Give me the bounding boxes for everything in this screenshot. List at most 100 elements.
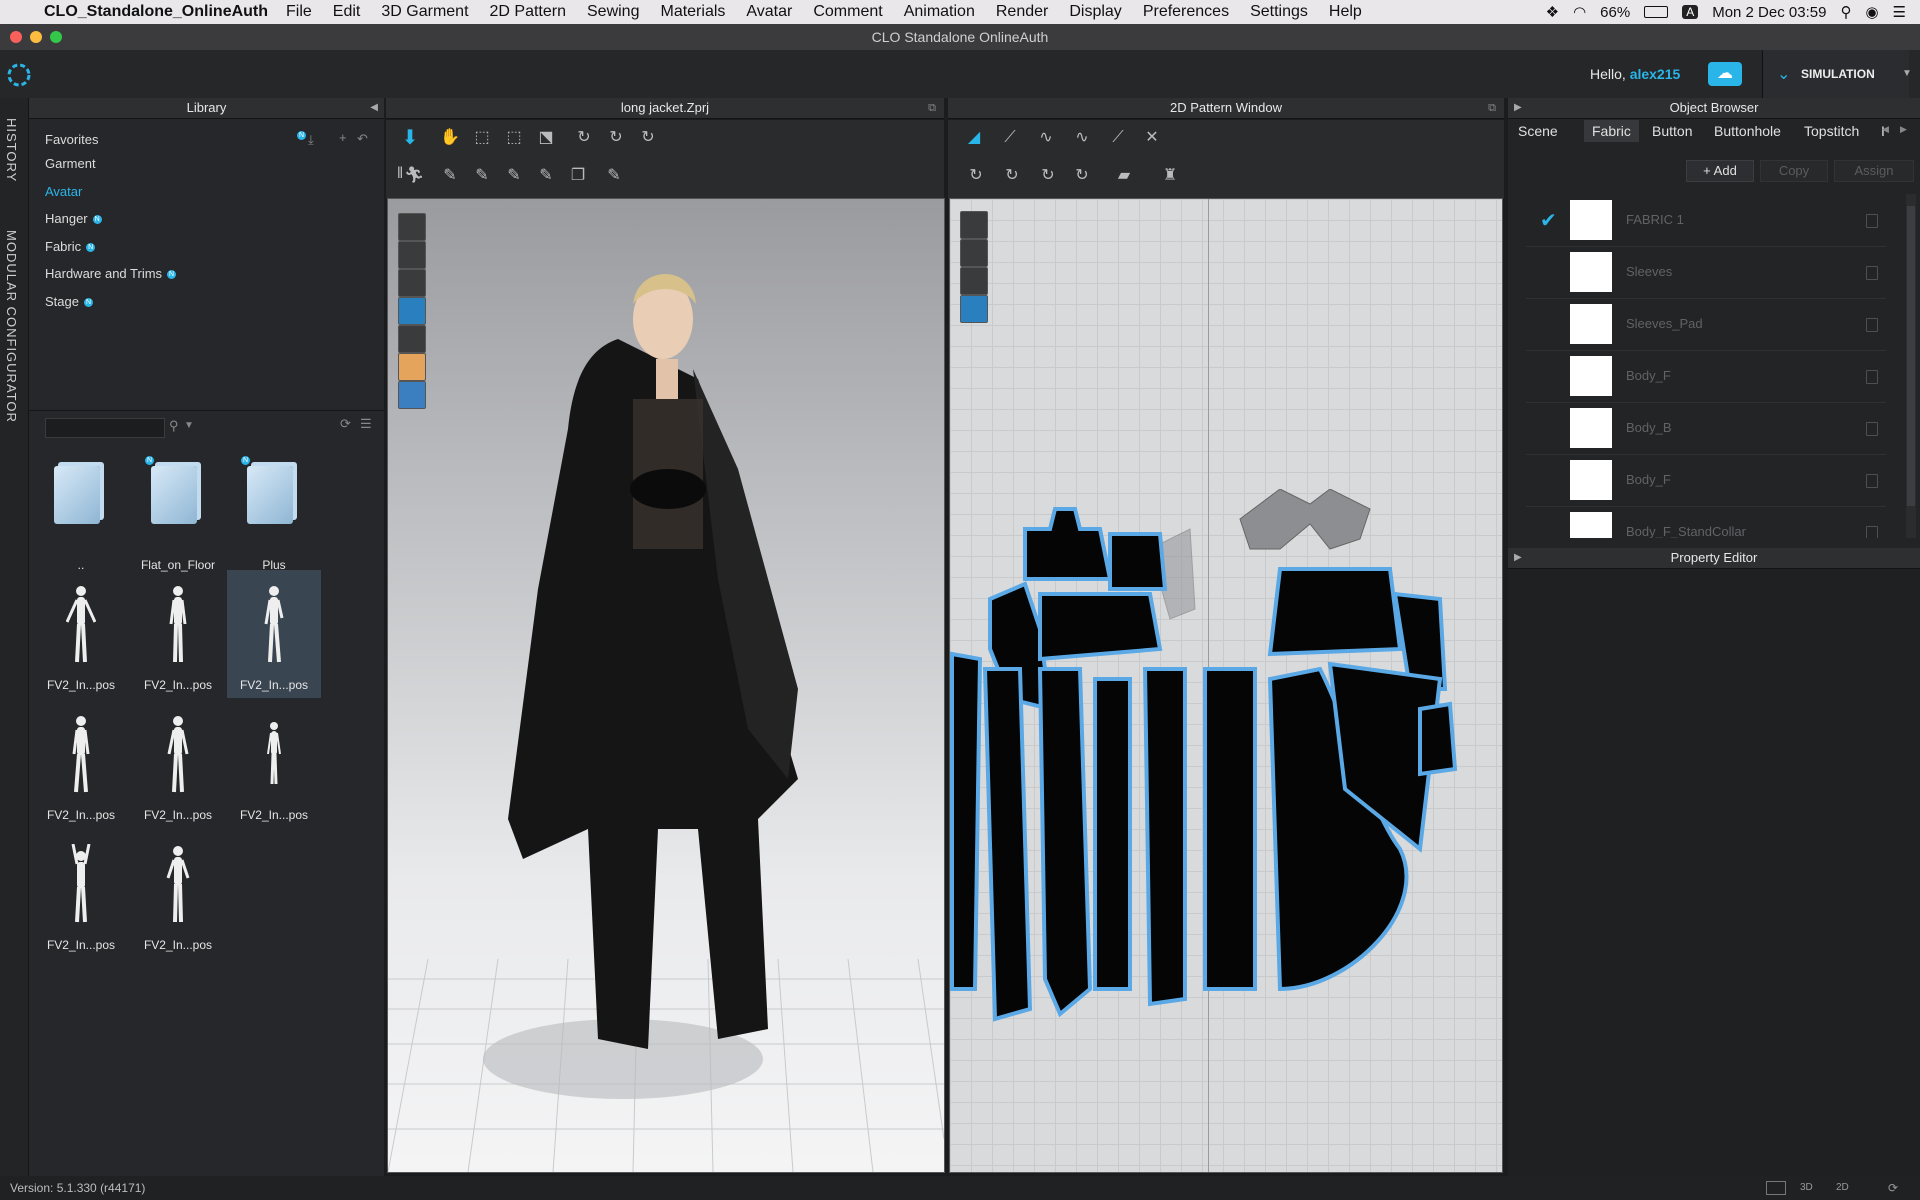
trash-icon[interactable] bbox=[1866, 422, 1878, 436]
fabric-list-item[interactable]: ✔ FABRIC 1 bbox=[1526, 194, 1886, 247]
tab-modular-configurator[interactable]: MODULAR CONFIGURATOR bbox=[4, 230, 19, 423]
iron-icon[interactable]: ▰ bbox=[1110, 162, 1138, 190]
view-3d-button[interactable]: 3D bbox=[1800, 1176, 1813, 1200]
thumbnail-avatar[interactable]: FV2_In...pos bbox=[34, 700, 128, 828]
transform-pattern-icon[interactable]: ◢ bbox=[960, 124, 988, 152]
pattern-window-2d[interactable] bbox=[949, 198, 1503, 1173]
app-menu[interactable]: CLO_Standalone_OnlineAuth bbox=[44, 3, 268, 21]
fabric-list-scrollbar[interactable] bbox=[1906, 194, 1916, 538]
close-window-button[interactable] bbox=[10, 31, 22, 43]
menu-comment[interactable]: Comment bbox=[813, 3, 882, 21]
siri-icon[interactable]: ◉ bbox=[1865, 3, 1878, 21]
tab-button[interactable]: Button bbox=[1644, 120, 1700, 142]
list-view-icon[interactable]: ☰ bbox=[360, 416, 372, 432]
username[interactable]: alex215 bbox=[1630, 66, 1681, 82]
select-move-icon[interactable]: ✋ bbox=[436, 124, 464, 152]
fabric-list-item[interactable]: Body_B bbox=[1526, 402, 1886, 455]
fold-icon[interactable]: ↻ bbox=[602, 124, 630, 152]
add-icon[interactable]: + bbox=[339, 130, 347, 145]
menu-edit[interactable]: Edit bbox=[333, 3, 361, 21]
tab-topstitch[interactable]: Topstitch bbox=[1796, 120, 1867, 142]
view-split-icon[interactable] bbox=[1766, 1181, 1786, 1195]
pen-icon[interactable]: ✎ bbox=[532, 162, 560, 190]
garment-copy-icon[interactable]: ❐ bbox=[564, 162, 592, 190]
popout-icon[interactable]: ⧉ bbox=[1488, 98, 1496, 118]
thumbnail-avatar[interactable]: FV2_In...pos bbox=[34, 570, 128, 698]
fabric-list-item[interactable]: Sleeves_Pad bbox=[1526, 298, 1886, 351]
library-item-stage[interactable]: Stage N bbox=[45, 294, 93, 309]
menu-2d-pattern[interactable]: 2D Pattern bbox=[490, 3, 566, 21]
fabric-list-item[interactable]: Body_F_StandCollar bbox=[1526, 506, 1886, 538]
input-source-icon[interactable]: A bbox=[1682, 5, 1699, 19]
add-point-icon[interactable]: ⟋ bbox=[1104, 124, 1132, 152]
show-pattern-icon[interactable] bbox=[960, 211, 988, 239]
expand-panel-icon[interactable]: ▶ bbox=[1514, 98, 1522, 118]
trash-icon[interactable] bbox=[1866, 370, 1878, 384]
unfold-symmetric-icon[interactable]: ↻ bbox=[962, 162, 990, 190]
back-icon[interactable]: ↶ bbox=[357, 131, 368, 147]
select-mesh-lasso-icon[interactable]: ⬚ bbox=[500, 124, 528, 152]
refresh-view-icon[interactable]: ⟳ bbox=[1888, 1176, 1898, 1200]
assign-fabric-button[interactable]: Assign bbox=[1834, 160, 1914, 182]
download-icon[interactable]: ⤓ bbox=[308, 132, 314, 148]
fabric-list-item[interactable]: Body_F bbox=[1526, 350, 1886, 403]
trash-icon[interactable] bbox=[1866, 474, 1878, 488]
mode-selector[interactable]: ⌄ SIMULATION bbox=[1762, 50, 1909, 98]
menu-display[interactable]: Display bbox=[1069, 3, 1121, 21]
library-item-hardware-and-trims[interactable]: Hardware and Trims N bbox=[45, 266, 177, 281]
walk-icon[interactable]: 🏃︎ bbox=[400, 162, 428, 190]
steam-icon[interactable]: ✎ bbox=[436, 162, 464, 190]
popout-icon[interactable]: ⧉ bbox=[928, 98, 936, 118]
environment-globe-icon[interactable] bbox=[398, 381, 426, 409]
tab-history[interactable]: HISTORY bbox=[4, 118, 19, 182]
copy-fabric-button[interactable]: Copy bbox=[1760, 160, 1828, 182]
tack-pattern-icon[interactable]: ↻ bbox=[1068, 162, 1096, 190]
library-item-garment[interactable]: Garment bbox=[45, 156, 96, 171]
spotlight-icon[interactable]: ⚲ bbox=[1840, 3, 1851, 21]
menu-help[interactable]: Help bbox=[1329, 3, 1362, 21]
library-item-hanger[interactable]: Hanger N bbox=[45, 211, 102, 226]
fabric-list-item[interactable]: Sleeves bbox=[1526, 246, 1886, 299]
menu-3d-garment[interactable]: 3D Garment bbox=[381, 3, 468, 21]
menu-settings[interactable]: Settings bbox=[1250, 3, 1308, 21]
select-mesh-box-icon[interactable]: ⬚ bbox=[468, 124, 496, 152]
thickness-icon[interactable] bbox=[398, 325, 426, 353]
tab-scroll-right-icon[interactable]: ▶ bbox=[1900, 124, 1907, 135]
pattern-texture-icon[interactable] bbox=[960, 295, 988, 323]
menu-render[interactable]: Render bbox=[996, 3, 1048, 21]
trash-icon[interactable] bbox=[1866, 266, 1878, 280]
thumbnail-avatar[interactable]: FV2_In...pos bbox=[131, 830, 225, 958]
collapse-panel-icon[interactable]: ◀ bbox=[370, 98, 378, 118]
library-search-input[interactable] bbox=[45, 418, 165, 438]
tab-scroll-left-icon[interactable]: ◀ bbox=[1882, 124, 1889, 135]
arrangement-point-icon[interactable]: ↻ bbox=[998, 162, 1026, 190]
notification-center-icon[interactable]: ☰ bbox=[1893, 3, 1906, 21]
add-fabric-button[interactable]: + Add bbox=[1686, 160, 1754, 182]
avatar-skin-icon[interactable] bbox=[398, 353, 426, 381]
simulate-icon[interactable]: ⬇ bbox=[396, 124, 424, 152]
tack-icon[interactable]: ↻ bbox=[634, 124, 662, 152]
show-fabric-icon[interactable] bbox=[398, 241, 426, 269]
thumbnail-avatar[interactable]: FV2_In...pos bbox=[131, 570, 225, 698]
tab-scene[interactable]: Scene bbox=[1510, 120, 1566, 142]
tab-buttonhole[interactable]: Buttonhole bbox=[1706, 120, 1789, 142]
thumbnail-avatar[interactable]: FV2_In...pos bbox=[34, 830, 128, 958]
viewport-3d[interactable] bbox=[387, 198, 945, 1173]
search-icon[interactable]: ⚲ bbox=[169, 418, 179, 434]
thumbnail-plus[interactable]: N Plus bbox=[227, 450, 321, 578]
search-options-dropdown-icon[interactable]: ▼ bbox=[184, 420, 194, 431]
expand-panel-icon[interactable]: ▶ bbox=[1514, 548, 1522, 568]
menu-preferences[interactable]: Preferences bbox=[1143, 3, 1229, 21]
thumbnail-avatar[interactable]: FV2_In...pos bbox=[131, 700, 225, 828]
fold-pattern-icon[interactable]: ↻ bbox=[1034, 162, 1062, 190]
menu-materials[interactable]: Materials bbox=[660, 3, 725, 21]
shrink-icon[interactable]: ✎ bbox=[468, 162, 496, 190]
cloud-upload-button[interactable]: ☁ bbox=[1708, 62, 1742, 86]
info-icon[interactable] bbox=[960, 267, 988, 295]
menu-avatar[interactable]: Avatar bbox=[746, 3, 792, 21]
menu-file[interactable]: File bbox=[286, 3, 312, 21]
thumbnail-flat-on-floor[interactable]: N Flat_on_Floor bbox=[131, 450, 225, 578]
edit-pattern-icon[interactable]: ⟋ bbox=[996, 124, 1024, 152]
view-2d-button[interactable]: 2D bbox=[1836, 1176, 1849, 1200]
menu-animation[interactable]: Animation bbox=[904, 3, 975, 21]
